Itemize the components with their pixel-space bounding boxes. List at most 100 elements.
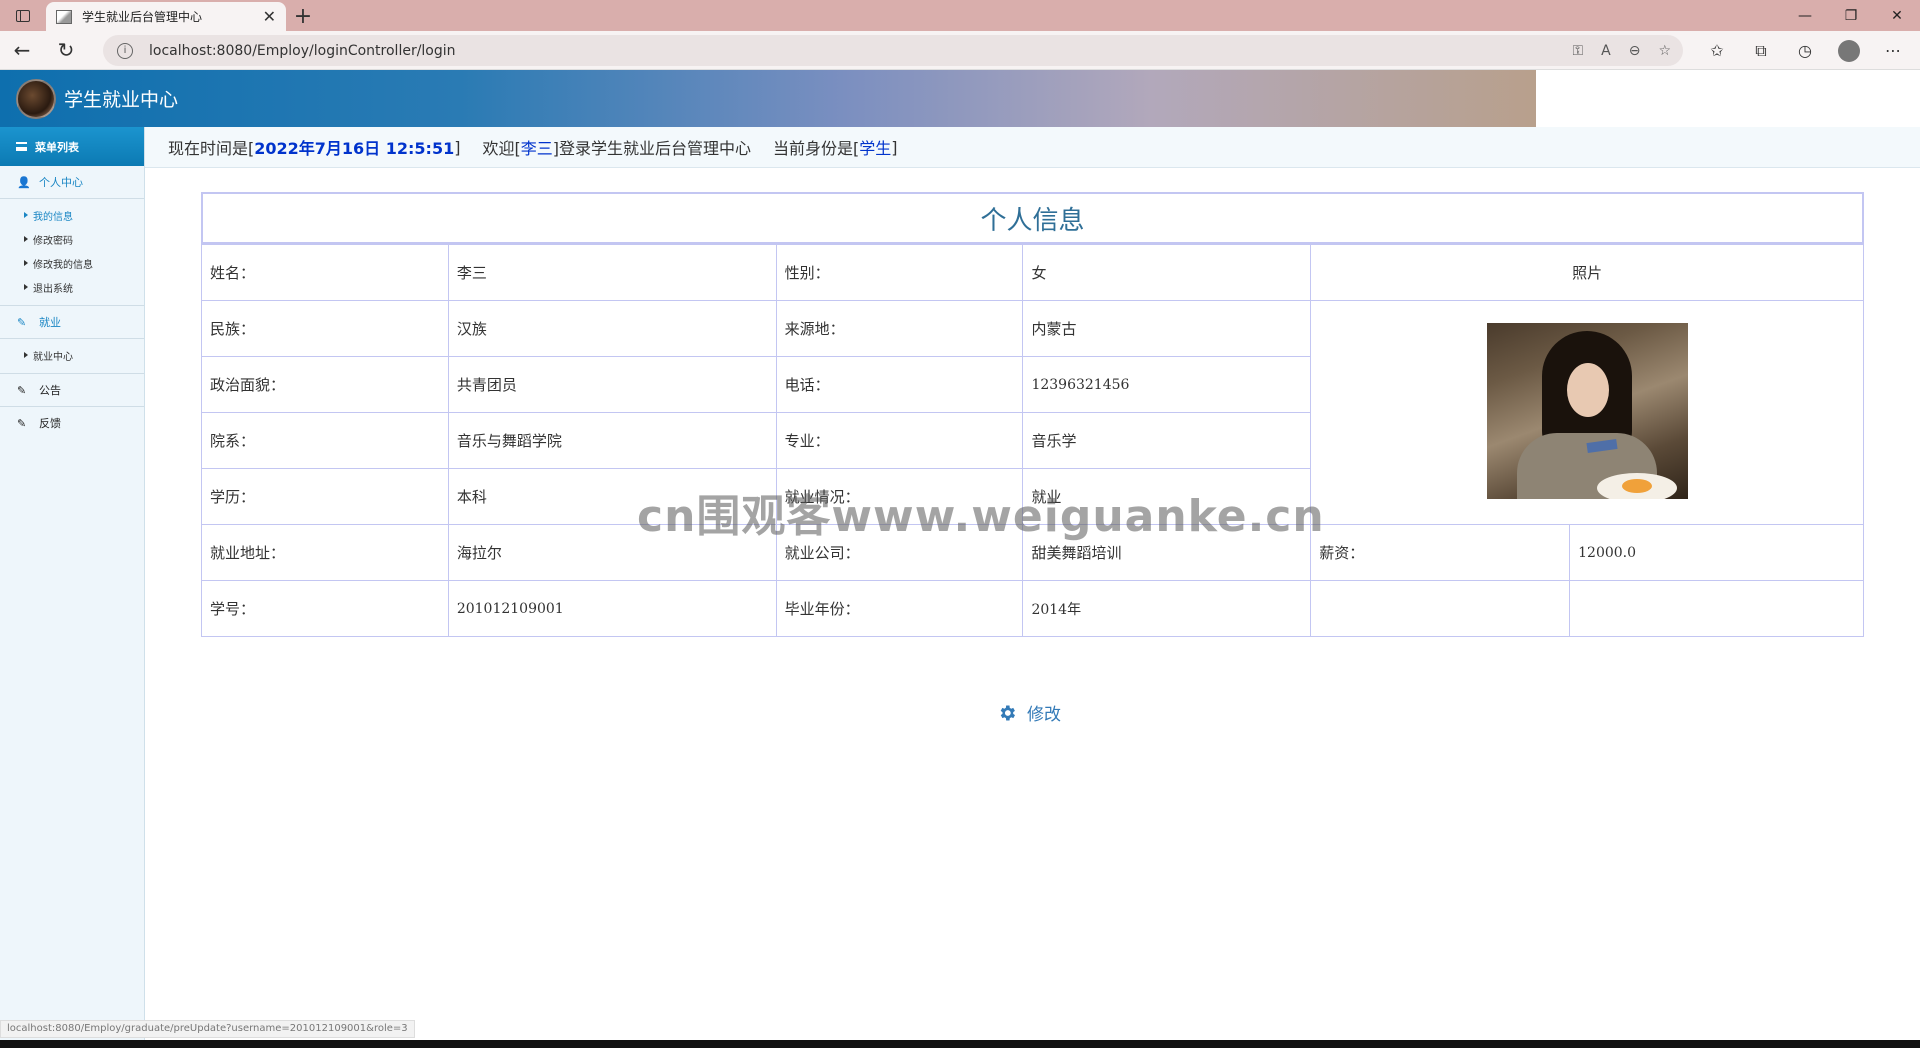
user-icon: 👤 — [17, 175, 31, 189]
caret-right-icon — [24, 212, 28, 218]
profile-avatar[interactable] — [1827, 31, 1871, 70]
sidebar-panel-icon — [16, 9, 30, 22]
field-label: 学号： — [201, 580, 449, 637]
app-header-banner: 学生就业中心 — [0, 70, 1536, 127]
group-employment: ✎ 就业 就业中心 — [0, 306, 144, 374]
add-favorite-icon[interactable]: ☆ — [1658, 43, 1671, 59]
field-label: 专业： — [775, 412, 1024, 469]
field-label: 院系： — [201, 412, 449, 469]
sidebar-subitem-employment-center[interactable]: 就业中心 — [0, 343, 144, 367]
field-value: 共青团员 — [447, 356, 777, 413]
list-icon — [16, 142, 27, 151]
field-value: 12000.0 — [1569, 524, 1864, 581]
personal-info-table: 姓名： 李三 性别： 女 照片 民族： 汉族 来源地： 内蒙古 政治面貌： 共青… — [201, 244, 1864, 637]
logo-avatar — [16, 78, 56, 119]
more-menu-icon[interactable]: ⋯ — [1871, 31, 1915, 70]
link-status-bar: localhost:8080/Employ/graduate/preUpdate… — [0, 1020, 415, 1038]
refresh-button[interactable]: ↻ — [44, 31, 88, 70]
sidebar-subitem-edit-my-info[interactable]: 修改我的信息 — [0, 251, 144, 275]
field-label: 毕业年份： — [775, 580, 1024, 637]
sidebar-subitem-logout[interactable]: 退出系统 — [0, 275, 144, 299]
tab-title: 学生就业后台管理中心 — [82, 10, 203, 24]
edit-profile-link[interactable]: 修改 — [997, 700, 1061, 725]
address-toolbar: ← ↻ i localhost:8080/Employ/loginControl… — [0, 31, 1920, 70]
sidebar-menu: 菜单列表 👤 个人中心 我的信息 修改密码 修改我的信息 退出系统 ✎ 就业 就… — [0, 127, 145, 1048]
field-label: 薪资： — [1310, 524, 1571, 581]
field-value: 女 — [1022, 244, 1312, 301]
caret-right-icon — [24, 236, 28, 242]
sidebar-subitem-change-password[interactable]: 修改密码 — [0, 227, 144, 251]
field-value: 2014年 — [1022, 580, 1312, 637]
caret-right-icon — [24, 284, 28, 290]
field-label: 政治面貌： — [201, 356, 449, 413]
collections-icon[interactable]: ⧉ — [1739, 31, 1783, 70]
field-label: 姓名： — [201, 244, 449, 301]
edit-icon: ✎ — [17, 383, 27, 397]
sidebar-subitem-my-info[interactable]: 我的信息 — [0, 203, 144, 227]
sidebar-item-personal-center[interactable]: 👤 个人中心 — [0, 166, 144, 198]
menu-list-header[interactable]: 菜单列表 — [0, 127, 144, 166]
sidebar-item-label: 个人中心 — [39, 176, 83, 189]
new-tab-button[interactable]: + — [286, 2, 320, 31]
field-label: 就业地址： — [201, 524, 449, 581]
field-value: 音乐学 — [1022, 412, 1312, 469]
empty-cell — [1310, 580, 1571, 637]
field-value: 内蒙古 — [1022, 300, 1312, 357]
photo-cell — [1310, 300, 1864, 525]
welcome-info-bar: 现在时间是[2022年7月16日 12:5:51] 欢迎[李三]登录学生就业后台… — [145, 127, 1920, 168]
sidebar-subitem-label: 我的信息 — [33, 211, 73, 223]
field-value: 音乐与舞蹈学院 — [447, 412, 777, 469]
personal-info-card: 个人信息 姓名： 李三 性别： 女 照片 民族： 汉族 来源地： 内蒙古 政治面… — [201, 192, 1864, 637]
favorites-icon[interactable]: ✩ — [1695, 31, 1739, 70]
sidebar-item-employment[interactable]: ✎ 就业 — [0, 306, 144, 338]
password-key-icon[interactable]: ⚿ — [1572, 43, 1583, 59]
zoom-out-icon[interactable]: ⊖ — [1629, 43, 1641, 59]
gear-icon — [1000, 705, 1015, 720]
minimize-button[interactable]: — — [1782, 0, 1828, 31]
current-time: 2022年7月16日 12:5:51 — [254, 139, 455, 158]
sidebar-subitem-label: 修改我的信息 — [33, 259, 93, 271]
sidebar-item-feedback[interactable]: ✎ 反馈 — [0, 407, 144, 439]
sidebar-item-label: 公告 — [39, 384, 61, 397]
field-value: 12396321456 — [1022, 356, 1312, 413]
field-label: 来源地： — [775, 300, 1024, 357]
caret-right-icon — [24, 352, 28, 358]
group-personal-center: 👤 个人中心 我的信息 修改密码 修改我的信息 退出系统 — [0, 166, 144, 306]
sidebar-toggle-button[interactable] — [0, 0, 46, 31]
sidebar-subitem-label: 退出系统 — [33, 283, 73, 295]
field-value: 201012109001 — [447, 580, 777, 637]
url-field[interactable]: i localhost:8080/Employ/loginController/… — [103, 35, 1683, 66]
table-row: 姓名： 李三 性别： 女 照片 — [201, 244, 1864, 301]
field-value: 汉族 — [447, 300, 777, 357]
history-icon[interactable]: ◷ — [1783, 31, 1827, 70]
sidebar-item-label: 就业 — [39, 316, 61, 329]
field-label: 民族： — [201, 300, 449, 357]
sidebar-subitem-label: 修改密码 — [33, 235, 73, 247]
field-label: 电话： — [775, 356, 1024, 413]
field-value: 李三 — [447, 244, 777, 301]
app-title: 学生就业中心 — [64, 89, 179, 111]
close-window-button[interactable]: ✕ — [1874, 0, 1920, 31]
browser-tab[interactable]: 学生就业后台管理中心 ✕ — [46, 2, 286, 31]
sidebar-item-announcement[interactable]: ✎ 公告 — [0, 374, 144, 406]
site-info-icon[interactable]: i — [117, 42, 133, 59]
restore-button[interactable]: ❐ — [1828, 0, 1874, 31]
table-row: 民族： 汉族 来源地： 内蒙古 — [201, 300, 1864, 525]
sidebar-item-label: 反馈 — [39, 417, 61, 430]
edit-label: 修改 — [1027, 705, 1061, 725]
current-role: 学生 — [859, 139, 892, 158]
group-feedback: ✎ 反馈 — [0, 407, 144, 439]
read-aloud-icon[interactable]: A — [1601, 43, 1611, 59]
edit-icon: ✎ — [17, 315, 27, 329]
student-photo — [1486, 322, 1688, 499]
role-prefix: 当前身份是[ — [772, 139, 860, 158]
url-text: localhost:8080/Employ/loginController/lo… — [149, 42, 456, 59]
os-taskbar — [0, 1040, 1920, 1048]
table-row: 学号： 201012109001 毕业年份： 2014年 — [201, 580, 1864, 637]
photo-label: 照片 — [1310, 244, 1864, 301]
user-name: 李三 — [520, 139, 553, 158]
close-tab-icon[interactable]: ✕ — [263, 7, 276, 26]
menu-list-title: 菜单列表 — [35, 140, 79, 154]
sidebar-subitem-label: 就业中心 — [33, 351, 73, 363]
back-button[interactable]: ← — [0, 31, 44, 70]
